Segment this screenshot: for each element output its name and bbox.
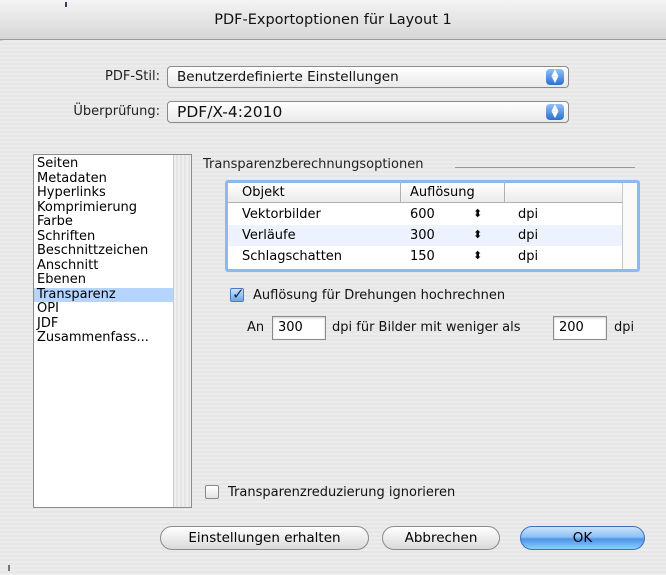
table-row[interactable]: Verläufe 300 ⬍ dpi xyxy=(228,225,637,246)
stepper-arrows-icon[interactable]: ⬍ xyxy=(473,249,482,262)
row-unit: dpi xyxy=(518,207,539,222)
stepper-arrows-icon[interactable]: ⬍ xyxy=(473,207,482,220)
table-row[interactable]: Vektorbilder 600 ⬍ dpi xyxy=(228,204,637,225)
sidebar-item-jdf[interactable]: JDF xyxy=(34,316,174,332)
dpi-middle-label: dpi für Bilder mit weniger als xyxy=(332,320,521,335)
row-resolution: 300 xyxy=(410,228,435,243)
ok-button[interactable]: OK xyxy=(520,526,645,550)
sidebar-item-seiten[interactable]: Seiten xyxy=(34,156,174,172)
sidebar-item-opi[interactable]: OPI xyxy=(34,301,174,317)
an-label: An xyxy=(247,320,265,335)
row-unit: dpi xyxy=(518,228,539,243)
row-resolution: 600 xyxy=(410,207,435,222)
ignore-reduction-checkbox[interactable] xyxy=(205,485,219,499)
row-unit: dpi xyxy=(518,249,539,264)
verification-popup[interactable]: PDF/X-4:2010 ▲ ▼ xyxy=(167,101,569,123)
sidebar-item-beschnittzeichen[interactable]: Beschnittzeichen xyxy=(34,243,174,259)
dpi-suffix-label: dpi xyxy=(614,320,635,335)
table-scrollbar[interactable] xyxy=(622,183,637,269)
window-title: PDF-Exportoptionen für Layout 1 xyxy=(214,12,452,28)
column-header-object[interactable]: Objekt xyxy=(242,185,285,200)
dpi-input[interactable]: 300 xyxy=(272,316,326,340)
section-divider xyxy=(455,167,635,168)
popup-arrows-icon: ▲ ▼ xyxy=(546,69,564,85)
sidebar-item-farbe[interactable]: Farbe xyxy=(34,214,174,230)
ignore-reduction-label[interactable]: Transparenzreduzierung ignorieren xyxy=(228,485,455,500)
table-header: Objekt Auflösung xyxy=(228,183,637,203)
upsample-label[interactable]: Auflösung für Drehungen hochrechnen xyxy=(253,288,505,303)
stepper-arrows-icon[interactable]: ⬍ xyxy=(473,228,482,241)
category-items: Seiten Metadaten Hyperlinks Komprimierun… xyxy=(34,156,174,346)
column-divider xyxy=(504,183,505,203)
title-bar[interactable]: PDF-Exportoptionen für Layout 1 xyxy=(0,0,666,40)
sidebar-item-transparenz[interactable]: Transparenz xyxy=(34,287,174,302)
title-bar-mark xyxy=(65,2,67,7)
column-divider xyxy=(400,183,401,203)
verification-value: PDF/X-4:2010 xyxy=(177,103,283,121)
category-list-scrollbar[interactable] xyxy=(173,155,191,507)
row-resolution: 150 xyxy=(410,249,435,264)
row-object: Vektorbilder xyxy=(242,207,321,222)
column-header-resolution[interactable]: Auflösung xyxy=(410,185,475,200)
sidebar-item-metadaten[interactable]: Metadaten xyxy=(34,171,174,187)
row-object: Verläufe xyxy=(242,228,296,243)
table-row[interactable]: Schlagschatten 150 ⬍ dpi xyxy=(228,246,637,267)
section-title: Transparenzberechnungsoptionen xyxy=(203,157,424,172)
pdf-style-label: PDF-Stil: xyxy=(105,69,160,84)
sidebar-item-schriften[interactable]: Schriften xyxy=(34,229,174,245)
sidebar-item-zusammenfassung[interactable]: Zusammenfass... xyxy=(34,330,174,346)
keep-settings-button[interactable]: Einstellungen erhalten xyxy=(160,526,369,550)
sidebar-item-komprimierung[interactable]: Komprimierung xyxy=(34,200,174,216)
window-corner-mark xyxy=(8,565,10,571)
verification-label: Überprüfung: xyxy=(73,104,160,119)
row-object: Schlagschatten xyxy=(242,249,343,264)
resolution-table[interactable]: Objekt Auflösung Vektorbilder 600 ⬍ dpi … xyxy=(225,180,640,272)
pdf-style-value: Benutzerdefinierte Einstellungen xyxy=(177,69,399,85)
sidebar-item-hyperlinks[interactable]: Hyperlinks xyxy=(34,185,174,201)
popup-arrows-icon: ▲ ▼ xyxy=(546,104,564,120)
sidebar-item-anschnitt[interactable]: Anschnitt xyxy=(34,258,174,274)
cancel-button[interactable]: Abbrechen xyxy=(382,526,500,550)
threshold-input[interactable]: 200 xyxy=(553,316,607,340)
sidebar-item-ebenen[interactable]: Ebenen xyxy=(34,272,174,288)
pdf-style-popup[interactable]: Benutzerdefinierte Einstellungen ▲ ▼ xyxy=(167,66,569,88)
category-list[interactable]: Seiten Metadaten Hyperlinks Komprimierun… xyxy=(33,154,192,508)
upsample-checkbox[interactable] xyxy=(230,285,245,303)
